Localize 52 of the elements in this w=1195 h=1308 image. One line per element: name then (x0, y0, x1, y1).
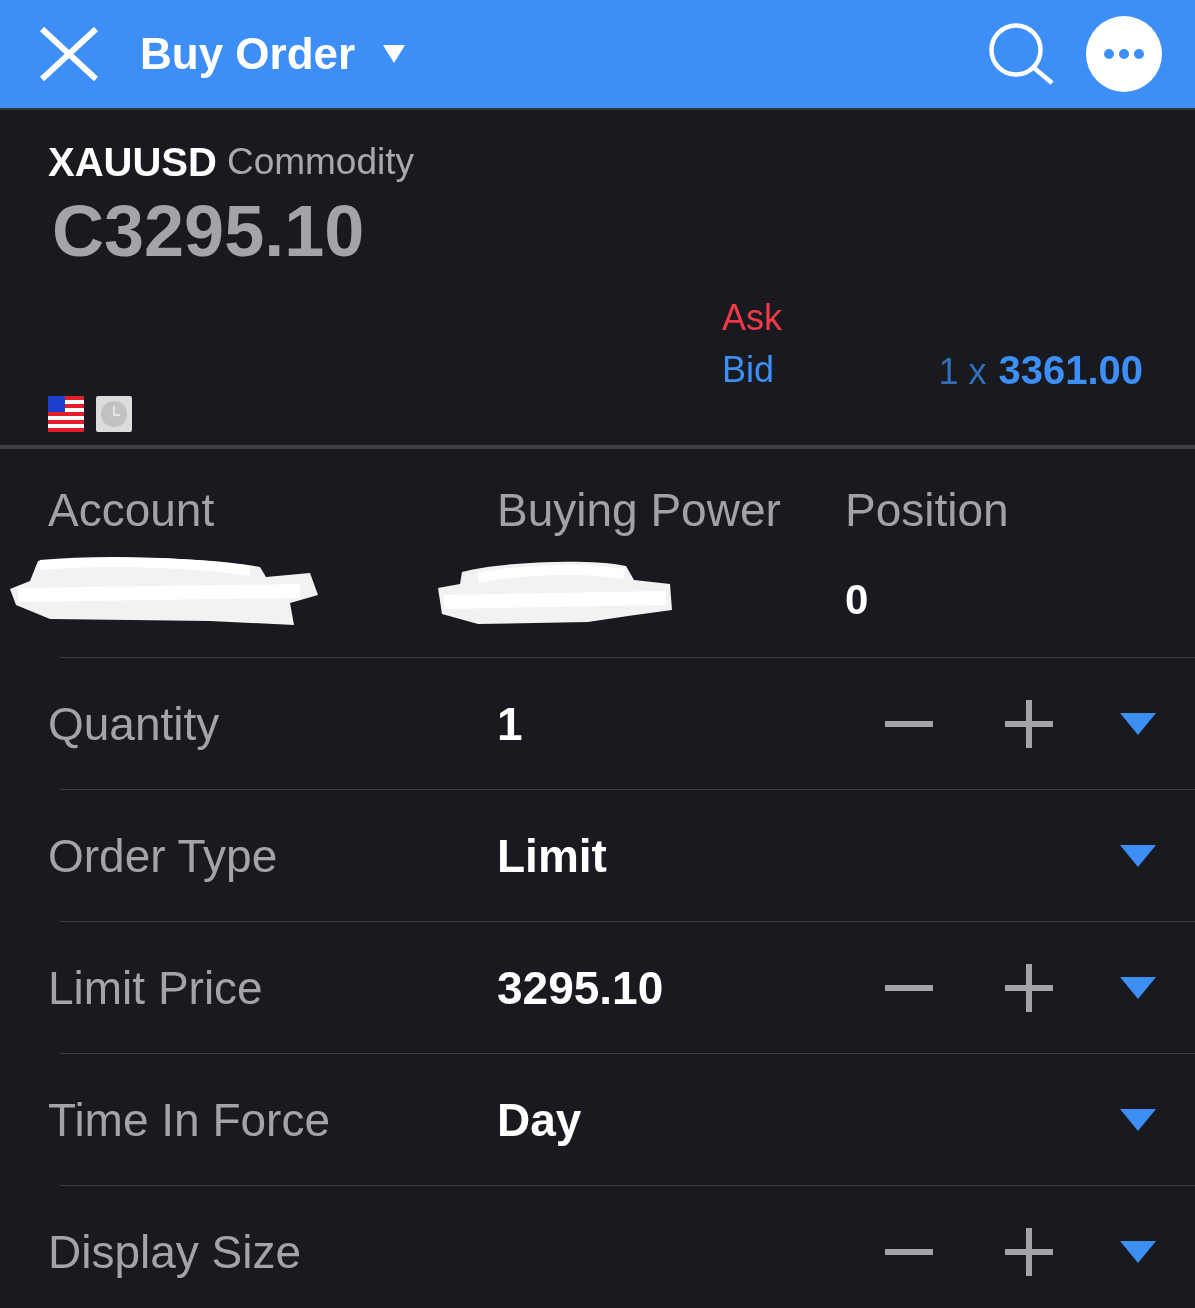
last-price: C3295.10 (52, 190, 365, 273)
minus-icon (885, 1248, 933, 1255)
decrease-button[interactable] (885, 720, 933, 727)
column-value: 0 (845, 575, 869, 625)
instrument-type: Commodity (226, 140, 414, 184)
field-value: Day (497, 1092, 582, 1148)
plus-icon (1005, 963, 1053, 1012)
caret-icon (1120, 1108, 1156, 1131)
search-button[interactable] (989, 23, 1055, 85)
field-label: Quantity (48, 696, 221, 752)
field-label: Time In Force (48, 1092, 332, 1148)
close-icon (40, 27, 98, 81)
dropdown-button[interactable] (1120, 712, 1156, 735)
increase-button[interactable] (1005, 1227, 1053, 1276)
column-label: Buying Power (497, 483, 781, 538)
dropdown-button[interactable] (1120, 844, 1156, 867)
more-button[interactable] (1086, 16, 1162, 92)
caret-icon (1120, 976, 1156, 999)
symbol-text: XAUUSD (48, 139, 217, 186)
field-label: Order Type (48, 828, 279, 884)
decrease-button[interactable] (885, 1248, 933, 1255)
dropdown-button[interactable] (1120, 1240, 1156, 1263)
field-value: 3295.10 (497, 960, 664, 1016)
more-icon (1086, 16, 1162, 92)
plus-icon (1005, 1227, 1053, 1276)
dropdown-button[interactable] (1120, 976, 1156, 999)
quote-label: Bid (722, 348, 775, 392)
caret-icon (1120, 1240, 1156, 1263)
column-label: Account (48, 483, 215, 538)
caret-icon (1120, 844, 1156, 867)
field-label: Display Size (48, 1224, 303, 1280)
increase-button[interactable] (1005, 699, 1053, 748)
field-label: Limit Price (48, 960, 264, 1016)
quote-size: 1 x (938, 350, 987, 394)
dropdown-button[interactable] (1120, 1108, 1156, 1131)
quote-price: 3361.00 (998, 347, 1143, 394)
minus-icon (885, 984, 933, 991)
minus-icon (885, 720, 933, 727)
increase-button[interactable] (1005, 963, 1053, 1012)
caret-icon (1120, 712, 1156, 735)
quote-label: Ask (722, 296, 782, 340)
caret-icon (383, 45, 406, 63)
search-icon (989, 23, 1055, 85)
plus-icon (1005, 699, 1053, 748)
field-value: Limit (497, 828, 607, 884)
decrease-button[interactable] (885, 984, 933, 991)
field-value: 1 (497, 696, 523, 752)
column-label: Position (845, 483, 1009, 538)
flag-icon (48, 396, 84, 432)
close-button[interactable] (40, 27, 98, 81)
order-title-dropdown[interactable]: Buy Order (140, 26, 406, 82)
clock-icon (96, 396, 132, 432)
